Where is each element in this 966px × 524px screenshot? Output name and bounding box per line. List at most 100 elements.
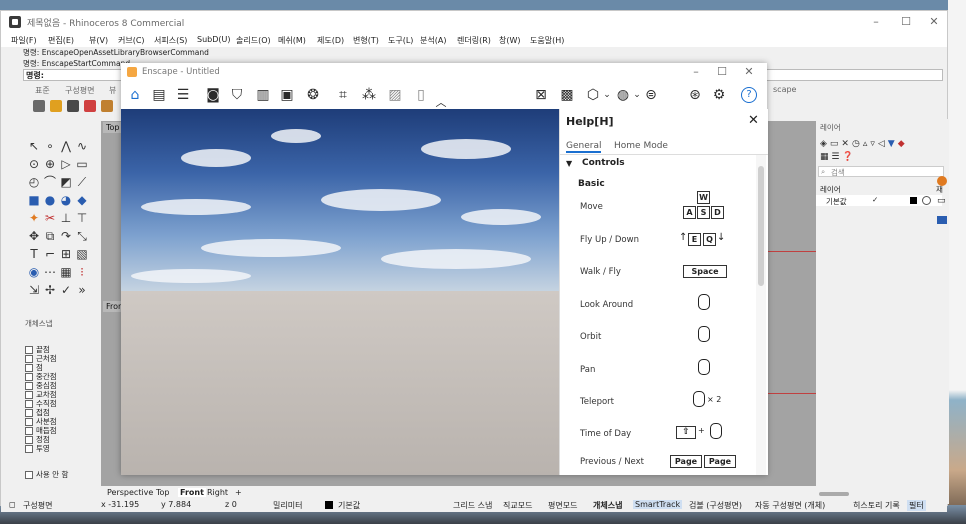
osnap-knot[interactable]: 매듭점 — [25, 426, 57, 435]
osnap-quad[interactable]: 사분점 — [25, 417, 57, 426]
move-icon[interactable]: ✥ — [27, 229, 41, 243]
boolean-icon[interactable]: ✦ — [27, 211, 41, 225]
osnap-point[interactable]: 점 — [25, 363, 43, 372]
viewport-tab-top[interactable]: Top — [156, 488, 170, 497]
menu-window[interactable]: 창(W) — [499, 35, 521, 46]
image-icon[interactable]: ▨ — [387, 87, 403, 103]
split-icon[interactable]: ⊥ — [59, 211, 73, 225]
status-units[interactable]: 밀리미터 — [273, 500, 302, 511]
osnap-near[interactable]: 근처점 — [25, 354, 57, 363]
menu-analyze[interactable]: 분석(A) — [420, 35, 446, 46]
magic-wand-icon[interactable]: ⁂ — [361, 87, 377, 103]
status-history[interactable]: 히스토리 기록 — [853, 500, 900, 511]
osnap-intersection[interactable]: 교차점 — [25, 390, 57, 399]
menu-edit[interactable]: 편집(E) — [48, 35, 74, 46]
menu-solid[interactable]: 솔리드(O) — [236, 35, 271, 46]
copy-icon[interactable]: ⧉ — [43, 229, 57, 243]
osnap-disable[interactable]: 사용 안 함 — [25, 470, 68, 479]
open-file-icon[interactable] — [50, 100, 62, 112]
viewport-tab-add[interactable]: + — [235, 488, 242, 497]
status-auto-cplane[interactable]: 자동 구성평면 (개체) — [755, 500, 825, 511]
site-context-icon[interactable]: ⊠ — [533, 87, 549, 103]
block-icon[interactable]: ⊞ — [59, 247, 73, 261]
cube-dropdown-icon[interactable]: ⌄ — [599, 87, 615, 103]
join-icon[interactable]: ⊤ — [75, 211, 89, 225]
analyze-icon[interactable]: ⋯ — [43, 265, 57, 279]
toolbar-tab-view[interactable]: 뷰 — [109, 85, 116, 96]
hatch-icon[interactable]: ▧ — [75, 247, 89, 261]
toolbar-tab-standard[interactable]: 표준 — [35, 85, 50, 96]
help-question-icon[interactable]: ? — [741, 87, 757, 103]
status-layer[interactable]: 기본값 — [338, 500, 360, 511]
osnap-tangent[interactable]: 접점 — [25, 408, 50, 417]
help-close-icon[interactable]: ✕ — [748, 113, 759, 128]
bim-info-icon[interactable]: ▣ — [279, 87, 295, 103]
status-gumball[interactable]: 검볼 (구성평면) — [689, 500, 742, 511]
menu-transform[interactable]: 변형(T) — [353, 35, 379, 46]
menu-file[interactable]: 파일(F) — [11, 35, 37, 46]
layer-search-input[interactable]: ⌕ 검색 — [818, 166, 944, 177]
menu-render[interactable]: 렌더링(R) — [457, 35, 491, 46]
dimension-icon[interactable]: ⌐ — [43, 247, 57, 261]
check-icon[interactable]: ✓ — [59, 283, 73, 297]
new-file-icon[interactable] — [33, 100, 45, 112]
shield-icon[interactable]: ⛉ — [229, 87, 245, 103]
toolbar-tab-cplanes[interactable]: 구성평면 — [65, 85, 94, 96]
trim-icon[interactable]: ✂ — [43, 211, 57, 225]
close-icon[interactable]: ✕ — [927, 15, 941, 29]
menu-surface[interactable]: 서피스(S) — [154, 35, 187, 46]
enscape-maximize-icon[interactable]: ☐ — [715, 65, 729, 79]
vr-headset-icon[interactable]: ⊜ — [643, 87, 659, 103]
maximize-icon[interactable]: ☐ — [899, 15, 913, 29]
osnap-perpendicular[interactable]: 수직점 — [25, 399, 57, 408]
layer-color-swatch[interactable] — [910, 197, 917, 204]
viewport-tab-right[interactable]: Right — [207, 488, 228, 497]
render-icon[interactable]: ◉ — [27, 265, 41, 279]
save-icon[interactable] — [67, 100, 79, 112]
menu-subd[interactable]: SubD(U) — [197, 35, 230, 44]
status-ortho[interactable]: 직교모드 — [503, 500, 532, 511]
toolbar-tab-enscape[interactable]: scape — [773, 85, 796, 94]
text-icon[interactable]: T — [27, 247, 41, 261]
color-wheel-icon[interactable] — [937, 176, 947, 186]
status-osnap[interactable]: 개체스냅 — [593, 500, 622, 511]
gumball-icon[interactable]: ✢ — [43, 283, 57, 297]
more-tools-icon[interactable]: » — [75, 283, 89, 297]
status-cplane[interactable]: 구성평면 — [23, 500, 52, 511]
rectangle-icon[interactable]: ▭ — [75, 157, 89, 171]
settings-gear-icon[interactable]: ⚙ — [711, 87, 727, 103]
array-icon[interactable]: ⁝ — [75, 265, 89, 279]
frame-icon[interactable]: ⌗ — [335, 87, 351, 103]
point-icon[interactable]: ∘ — [43, 139, 57, 153]
import-icon[interactable] — [101, 100, 113, 112]
layer-toolbar[interactable]: ◈▭✕◷▵▿◁▼◆ — [820, 139, 940, 149]
layer-scroll-thumb[interactable] — [819, 492, 849, 496]
viewport-tab-front[interactable]: Front — [178, 488, 206, 497]
table-icon[interactable]: ▥ — [255, 87, 271, 103]
menu-curve[interactable]: 커브(C) — [118, 35, 145, 46]
display-icon[interactable]: ▭ — [937, 196, 946, 206]
viewport-top-label[interactable]: Top — [103, 122, 123, 133]
osnap-project[interactable]: 투영 — [25, 444, 50, 453]
document-icon[interactable]: ▤ — [151, 87, 167, 103]
curve-icon[interactable]: ∿ — [75, 139, 89, 153]
scale-icon[interactable]: ⤡ — [75, 229, 89, 243]
home-icon[interactable]: ⌂ — [127, 87, 143, 103]
image-render-icon[interactable]: ▩ — [559, 87, 575, 103]
status-grid-snap[interactable]: 그리드 스냅 — [453, 500, 492, 511]
osnap-end[interactable]: 끝점 — [25, 345, 50, 354]
properties-icon[interactable] — [937, 216, 947, 224]
status-planar[interactable]: 평면모드 — [548, 500, 577, 511]
print-icon[interactable] — [84, 100, 96, 112]
menu-mesh[interactable]: 메쉬(M) — [278, 35, 306, 46]
solid-icon[interactable]: ● — [43, 193, 57, 207]
render-viewport[interactable] — [121, 109, 559, 475]
select-arrow-icon[interactable]: ↖ — [27, 139, 41, 153]
enscape-minimize-icon[interactable]: – — [689, 65, 703, 79]
status-filter[interactable]: 필터 — [907, 500, 926, 511]
layer-view-icons[interactable]: ▦ ☰ ❓ — [820, 152, 854, 162]
video-file-icon[interactable]: ▯ — [413, 87, 429, 103]
visual-settings-icon[interactable]: ⊛ — [687, 87, 703, 103]
circle-icon[interactable]: ⊙ — [27, 157, 41, 171]
layer-material-circle[interactable] — [922, 196, 931, 205]
